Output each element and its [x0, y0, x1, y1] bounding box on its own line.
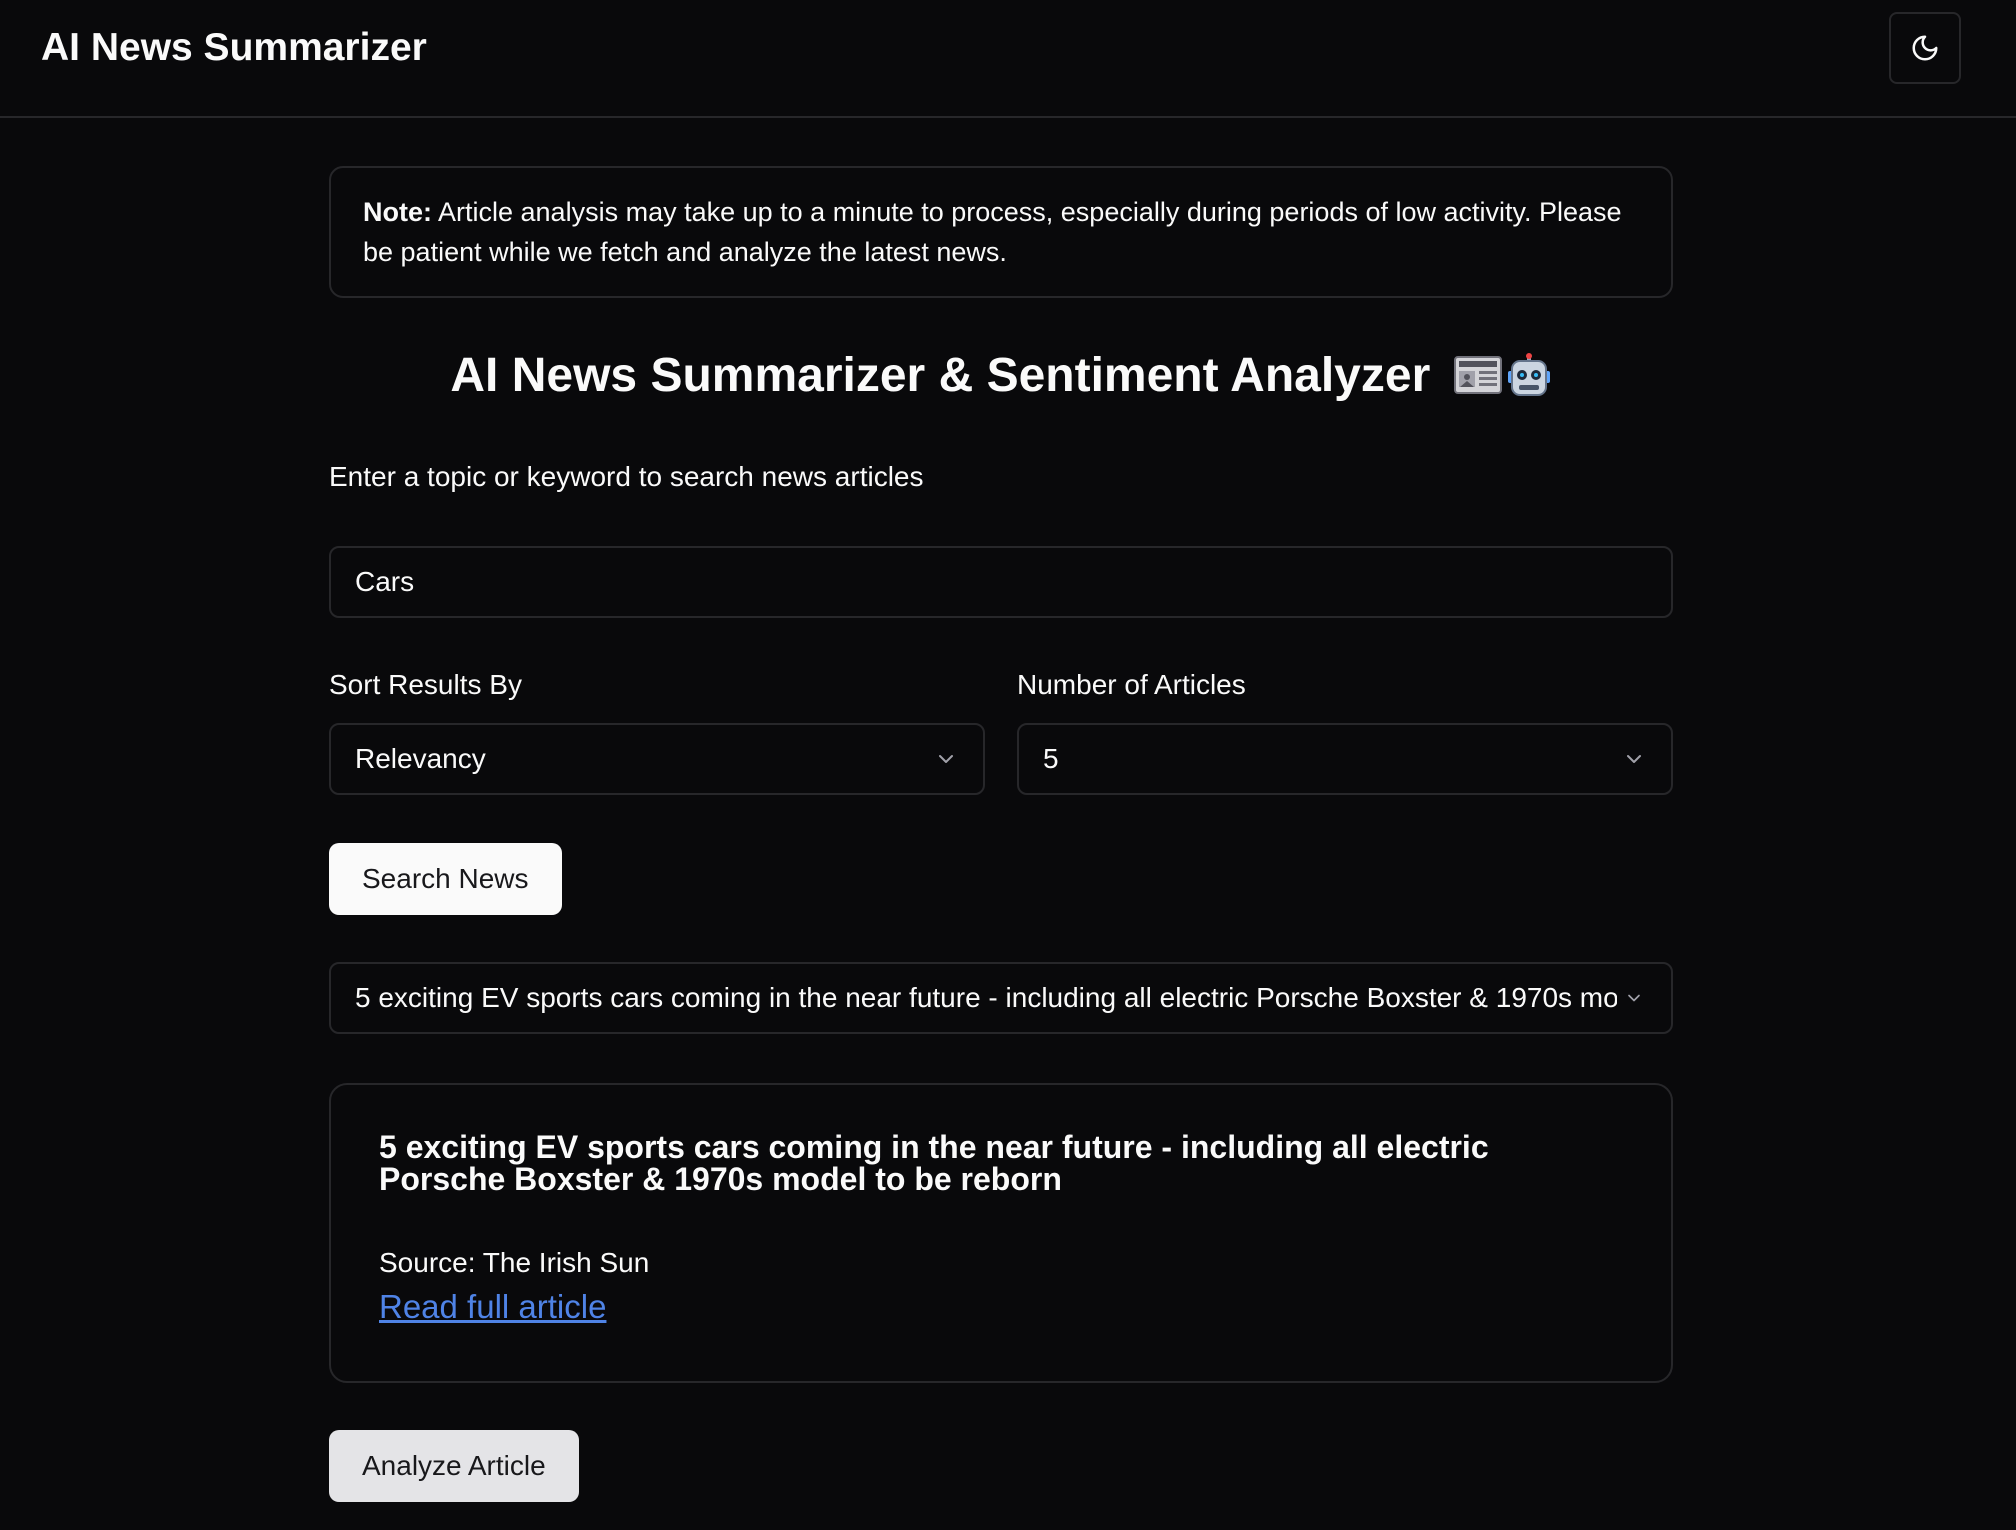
- app-title: AI News Summarizer: [41, 26, 427, 69]
- app-header: AI News Summarizer: [0, 0, 2016, 118]
- count-label: Number of Articles: [1017, 669, 1246, 700]
- article-select[interactable]: 5 exciting EV sports cars coming in the …: [329, 962, 1673, 1034]
- chevron-down-icon: [1621, 746, 1647, 772]
- article-source: Source: The Irish Sun: [379, 1247, 650, 1278]
- theme-toggle-button[interactable]: [1889, 12, 1961, 84]
- newspaper-icon: [1453, 353, 1502, 412]
- search-input[interactable]: [329, 546, 1673, 618]
- title-icons: [1453, 353, 1552, 412]
- analyze-article-button[interactable]: Analyze Article: [329, 1430, 579, 1502]
- search-label: Enter a topic or keyword to search news …: [329, 461, 924, 492]
- robot-icon: [1506, 353, 1552, 412]
- note-label: Note:: [363, 197, 432, 227]
- article-title: 5 exciting EV sports cars coming in the …: [379, 1129, 1489, 1197]
- sort-select[interactable]: Relevancy: [329, 723, 985, 795]
- sort-selected-value: Relevancy: [355, 743, 486, 774]
- read-full-article-link[interactable]: Read full article: [379, 1287, 606, 1327]
- page-title-text: AI News Summarizer & Sentiment Analyzer: [450, 349, 1431, 402]
- count-selected-value: 5: [1043, 743, 1059, 774]
- article-selected-value: 5 exciting EV sports cars coming in the …: [355, 982, 1617, 1013]
- sort-label: Sort Results By: [329, 669, 522, 700]
- chevron-down-icon: [1621, 985, 1647, 1011]
- note-text: Article analysis may take up to a minute…: [363, 197, 1622, 267]
- count-select[interactable]: 5: [1017, 723, 1673, 795]
- page-title: AI News Summarizer & Sentiment Analyzer: [329, 348, 1673, 412]
- moon-icon: [1910, 33, 1940, 63]
- chevron-down-icon: [933, 746, 959, 772]
- article-card: 5 exciting EV sports cars coming in the …: [329, 1083, 1673, 1383]
- note-box: Note: Article analysis may take up to a …: [329, 166, 1673, 298]
- search-news-button[interactable]: Search News: [329, 843, 562, 915]
